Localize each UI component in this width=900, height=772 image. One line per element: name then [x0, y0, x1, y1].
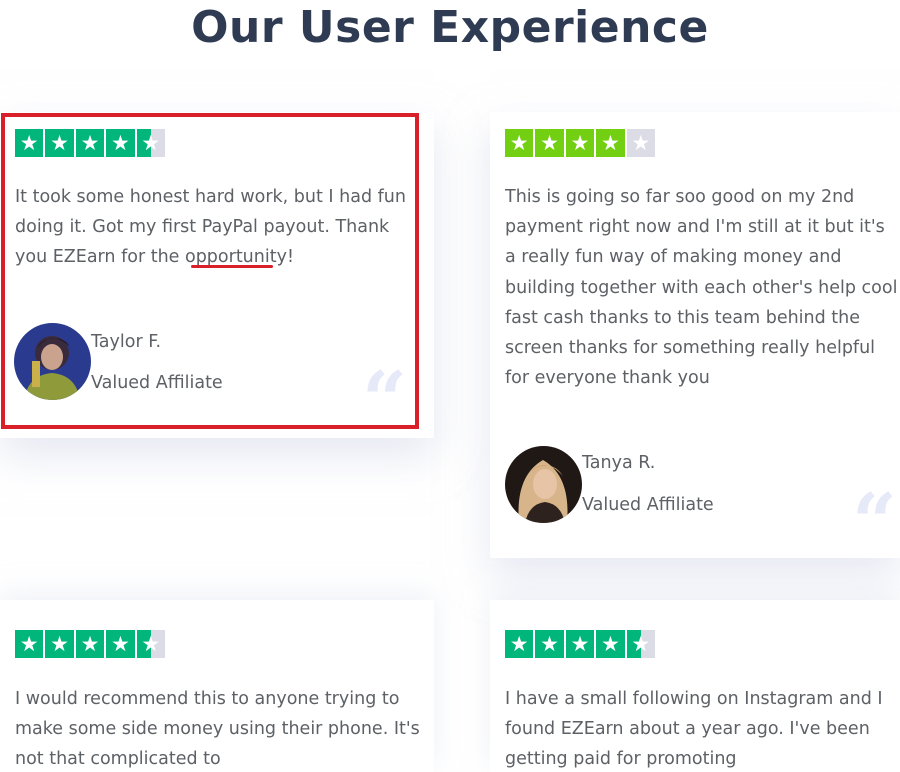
- star-icon: ★: [535, 630, 564, 659]
- author-name: Taylor F.: [91, 332, 162, 352]
- quote-icon: “: [362, 355, 407, 439]
- review-text: This is going so far soo good on my 2nd …: [505, 187, 898, 389]
- star-icon: ★: [136, 630, 165, 659]
- author-role: Valued Affiliate: [582, 495, 714, 515]
- star-icon: ★: [106, 129, 135, 158]
- star-icon: ★: [75, 129, 105, 158]
- star-icon: ★: [15, 630, 44, 659]
- user-avatar-icon: [14, 323, 91, 400]
- star-icon: ★: [45, 630, 74, 659]
- star-icon: ★: [565, 630, 595, 659]
- review-text: I would recommend this to anyone trying …: [15, 689, 420, 770]
- author-name: Tanya R.: [582, 453, 656, 473]
- user-avatar-icon: [505, 446, 582, 523]
- star-icon: ★: [626, 129, 655, 158]
- star-icon: ★: [565, 129, 595, 158]
- quote-icon: “: [852, 477, 897, 559]
- star-icon: ★: [106, 630, 135, 659]
- star-rating: ★ ★ ★ ★ ★: [15, 129, 165, 158]
- star-icon: ★: [45, 129, 74, 158]
- page-title: Our User Experience: [191, 2, 709, 53]
- highlight-underline: [191, 265, 273, 268]
- review-card-2: ★ ★ ★ ★ ★ This is going so far soo good on m…: [490, 112, 900, 558]
- star-rating: ★ ★ ★ ★ ★: [505, 630, 655, 659]
- star-icon: ★: [535, 129, 564, 158]
- star-icon: ★: [626, 630, 655, 659]
- star-icon: ★: [596, 630, 625, 659]
- review-card-4: ★ ★ ★ ★ ★ I have a small following on Instag…: [490, 600, 900, 772]
- star-icon: ★: [75, 630, 105, 659]
- star-rating: ★ ★ ★ ★ ★: [15, 630, 165, 659]
- star-icon: ★: [136, 129, 165, 158]
- star-icon: ★: [505, 129, 534, 158]
- review-card-1: ★ ★ ★ ★ ★ It took some honest hard work, but…: [0, 112, 434, 438]
- review-text: It took some honest hard work, but I had…: [15, 187, 406, 268]
- author-role: Valued Affiliate: [91, 373, 223, 393]
- star-icon: ★: [15, 129, 44, 158]
- review-card-3: ★ ★ ★ ★ ★ I would recommend this to anyone t…: [0, 600, 434, 772]
- star-icon: ★: [596, 129, 625, 158]
- review-text: I have a small following on Instagram an…: [505, 689, 883, 770]
- star-rating: ★ ★ ★ ★ ★: [505, 129, 655, 158]
- star-icon: ★: [505, 630, 534, 659]
